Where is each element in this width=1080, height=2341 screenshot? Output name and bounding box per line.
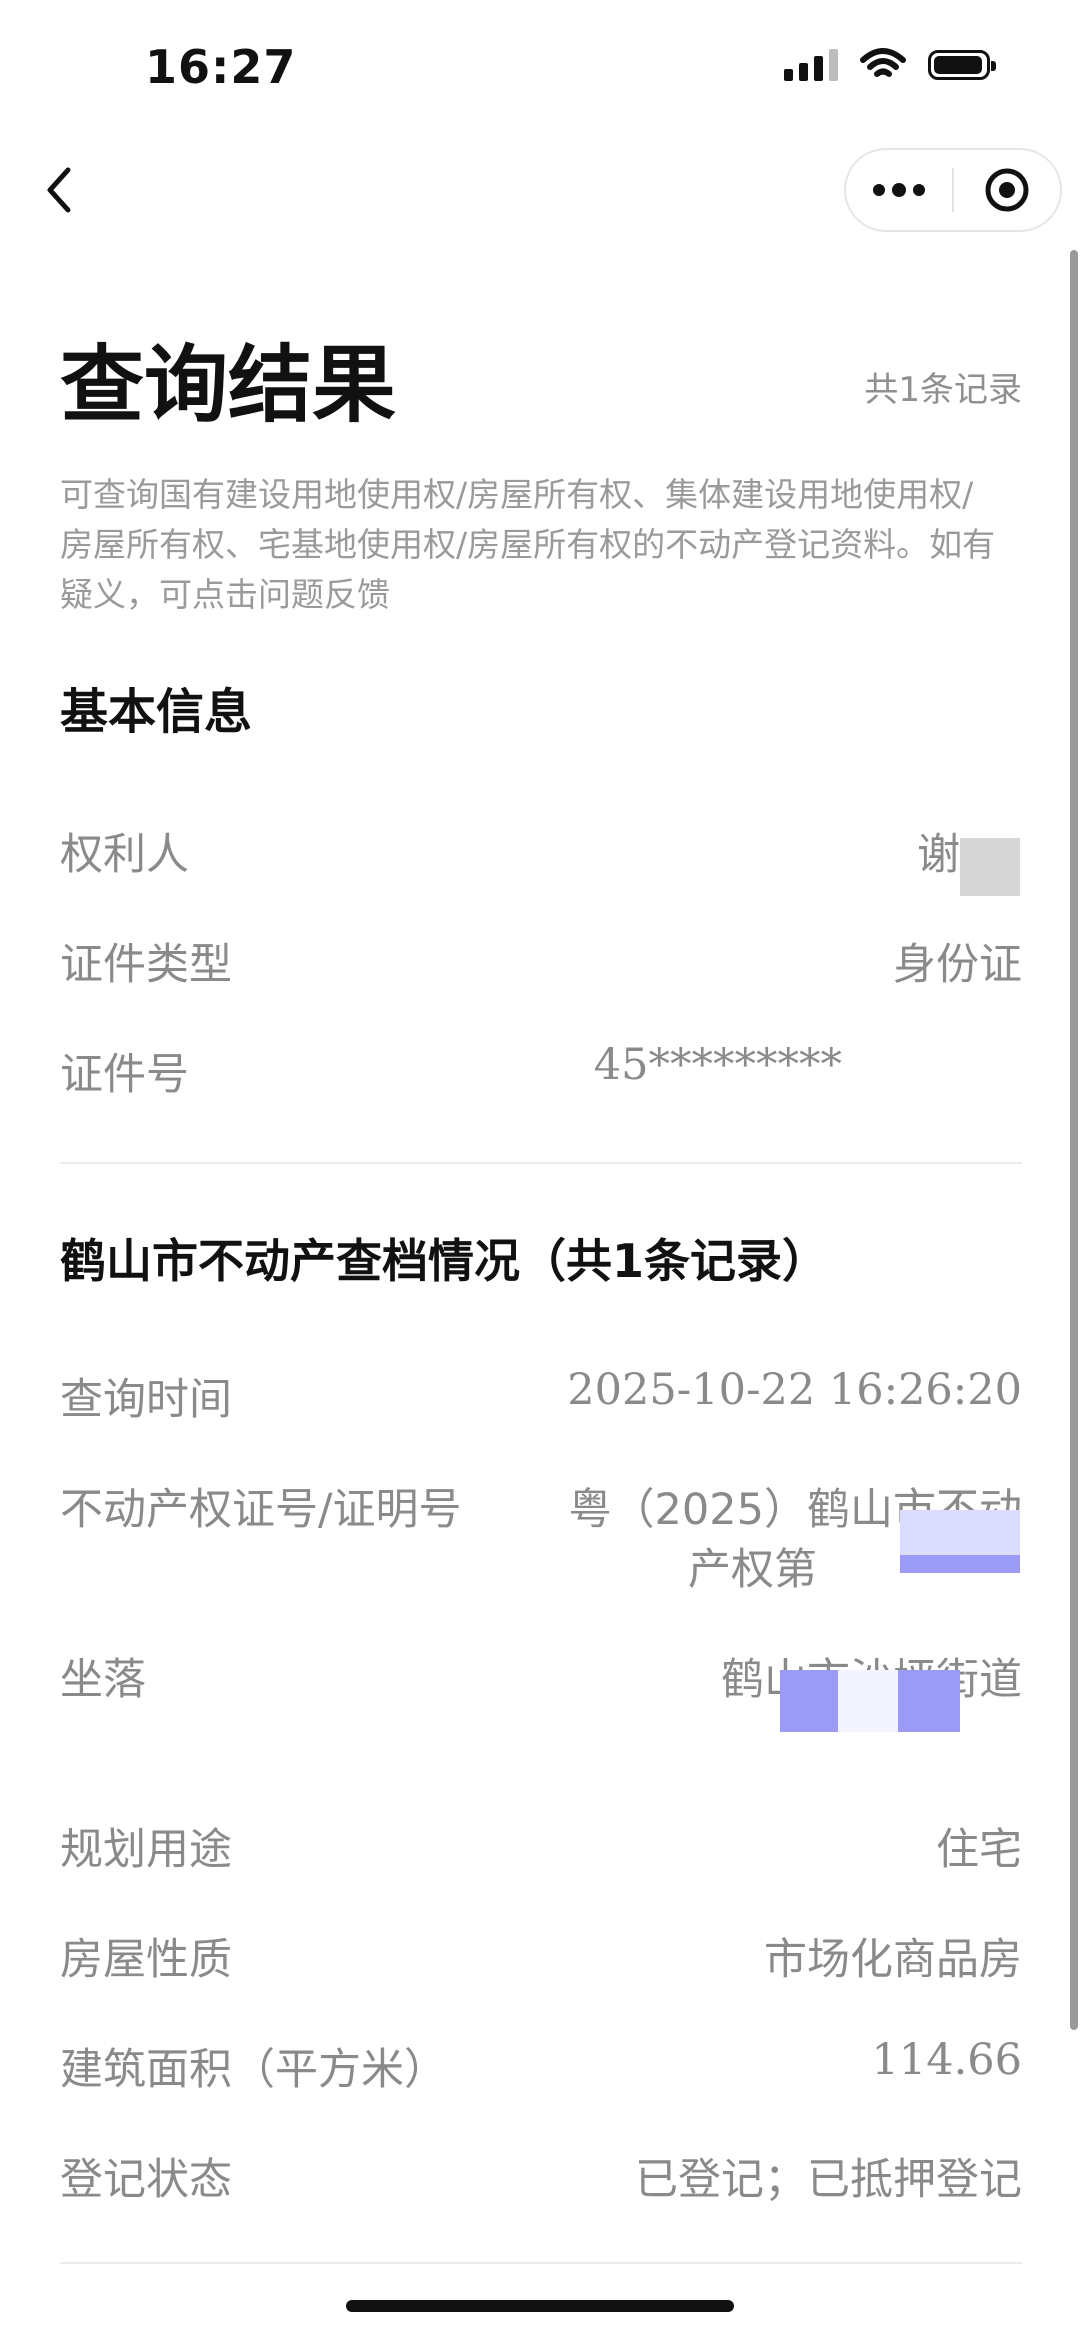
usage-value: 住宅 [936, 1825, 1022, 1875]
redaction-mask-location-gap [838, 1670, 898, 1732]
section-divider [60, 1162, 1022, 1164]
area-label: 建筑面积（平方米） [60, 2045, 447, 2095]
scrollbar[interactable] [1070, 250, 1078, 2030]
record-count: 共1条记录 [864, 370, 1022, 410]
target-icon [985, 168, 1029, 212]
id-type-label: 证件类型 [60, 940, 232, 990]
area-value: 114.66 [871, 2035, 1022, 2085]
status-time: 16:27 [145, 40, 297, 94]
battery-icon [928, 50, 996, 80]
id-number-label: 证件号 [60, 1050, 189, 1100]
id-type-value: 身份证 [893, 940, 1022, 990]
nature-label: 房屋性质 [60, 1935, 232, 1985]
status-icons [784, 48, 996, 82]
query-time-label: 查询时间 [60, 1375, 232, 1425]
more-dots-icon [873, 183, 925, 197]
usage-label: 规划用途 [60, 1825, 232, 1875]
location-label: 坐落 [60, 1655, 146, 1705]
status-value: 已登记；已抵押登记 [635, 2155, 1022, 2205]
cellular-signal-icon [784, 49, 838, 81]
close-button[interactable] [954, 150, 1060, 230]
redaction-mask-cert-bar [900, 1555, 1020, 1573]
archive-title: 鹤山市不动产查档情况（共1条记录） [60, 1234, 829, 1288]
home-indicator [346, 2300, 734, 2312]
cert-number-value-line2: 产权第 [688, 1545, 817, 1595]
page-title: 查询结果 [60, 336, 397, 434]
chevron-left-icon[interactable] [30, 160, 90, 220]
status-label: 登记状态 [60, 2155, 232, 2205]
basic-info-title: 基本信息 [60, 684, 253, 740]
status-bar: 16:27 [0, 0, 1080, 140]
nature-value: 市场化商品房 [764, 1935, 1022, 1985]
owner-label: 权利人 [60, 830, 189, 880]
cert-number-label: 不动产权证号/证明号 [60, 1485, 462, 1535]
more-button[interactable] [846, 150, 952, 230]
query-time-value: 2025-10-22 16:26:20 [567, 1365, 1022, 1415]
redaction-mask-owner [960, 838, 1020, 896]
owner-value: 谢 [917, 830, 960, 880]
wifi-icon [860, 48, 906, 77]
mini-program-capsule [844, 148, 1062, 232]
bottom-divider [60, 2262, 1022, 2264]
id-number-value: 45********* [593, 1040, 842, 1090]
page-description: 可查询国有建设用地使用权/房屋所有权、集体建设用地使用权/房屋所有权、宅基地使用… [60, 475, 996, 614]
